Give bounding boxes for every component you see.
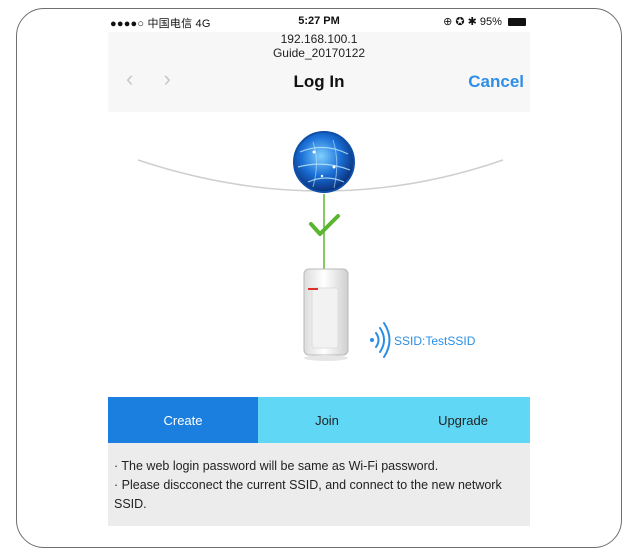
address-block: 192.168.100.1 Guide_20170122 — [108, 32, 530, 60]
cancel-button[interactable]: Cancel — [468, 72, 524, 92]
browser-header: 192.168.100.1 Guide_20170122 ‹ › Log In … — [108, 32, 530, 112]
tab-join[interactable]: Join — [258, 397, 396, 443]
router-icon — [303, 268, 349, 361]
illustration-svg — [137, 131, 504, 361]
address-page: Guide_20170122 — [272, 46, 366, 60]
battery-percent: ⊕ ✪ ✱ 95% — [443, 16, 502, 28]
connection-illustration: SSID:TestSSID — [108, 112, 530, 402]
note-item: · Please discconect the current SSID, an… — [114, 478, 502, 511]
tab-create[interactable]: Create — [108, 397, 258, 443]
address-ip: 192.168.100.1 — [280, 32, 358, 46]
battery-icon — [508, 18, 526, 27]
status-bar: ●●●●○ 中国电信 4G 5:27 PM ⊕ ✪ ✱ 95% — [108, 12, 530, 32]
page-title: Log In — [293, 72, 345, 91]
phone-screen: ●●●●○ 中国电信 4G 5:27 PM ⊕ ✪ ✱ 95% 192.168.… — [108, 12, 530, 526]
mode-tabs: Create Join Upgrade — [108, 397, 530, 443]
status-icons: ⊕ ✪ ✱ 95% — [443, 15, 526, 28]
instructions-panel: · The web login password will be same as… — [108, 443, 530, 526]
ssid-label: SSID:TestSSID — [394, 334, 476, 348]
note-item: · The web login password will be same as… — [114, 459, 439, 473]
tab-upgrade[interactable]: Upgrade — [396, 397, 530, 443]
globe-icon — [293, 131, 355, 193]
wifi-signal-icon — [370, 322, 391, 358]
